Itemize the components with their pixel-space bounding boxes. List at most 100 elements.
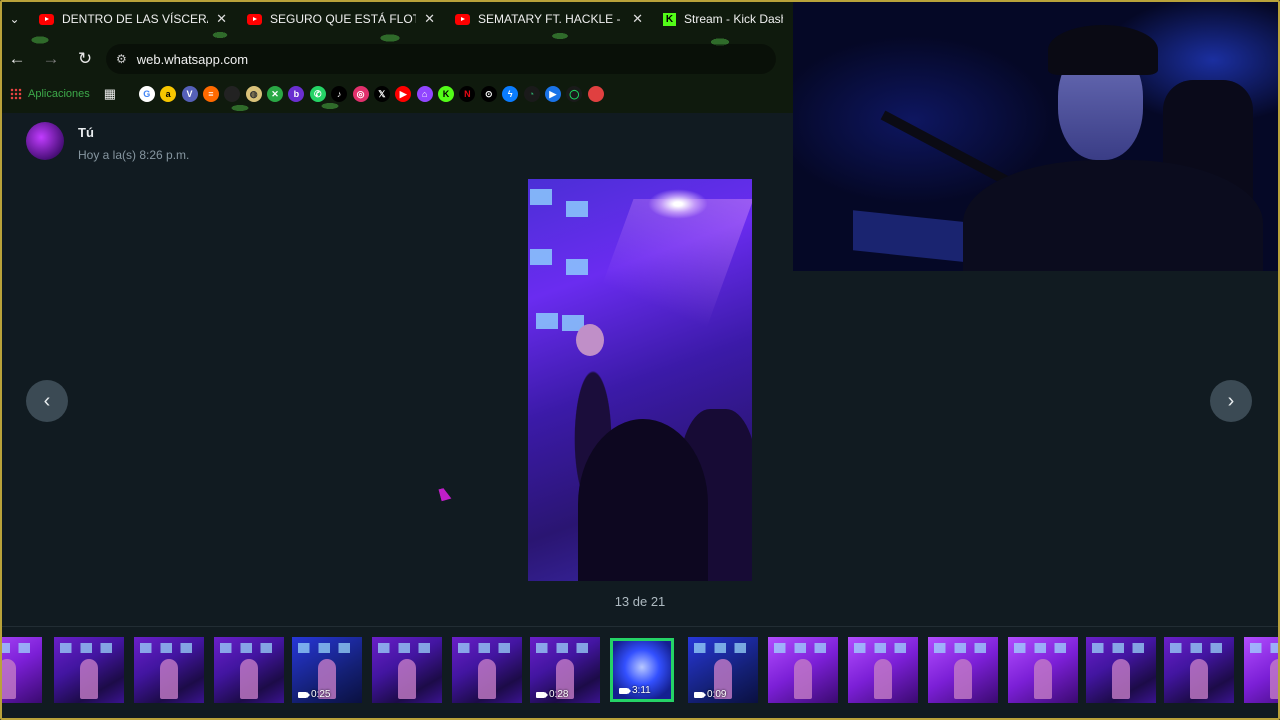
close-tab-icon[interactable]: ✕ (632, 11, 643, 27)
tiktok-icon[interactable]: ♪ (331, 86, 348, 102)
thumbnail-screens (1250, 643, 1280, 653)
video-duration: 3:11 (632, 685, 651, 696)
thumbnail-figure (478, 659, 496, 699)
thumbnail[interactable]: 0:09 (688, 637, 758, 703)
thumbnail[interactable] (1086, 637, 1156, 703)
thumbnail[interactable] (54, 637, 124, 703)
kick-icon[interactable]: K (438, 86, 454, 102)
reload-icon[interactable]: ↻ (68, 49, 102, 69)
thumbnail-screens (60, 643, 118, 653)
thumbnail[interactable] (452, 637, 522, 703)
thumbnail[interactable] (1164, 637, 1234, 703)
youtube-icon (455, 13, 470, 25)
thumbnail-screens (220, 643, 278, 653)
cast-icon[interactable]: ◔ (523, 86, 540, 102)
browser-tab[interactable]: DENTRO DE LAS VÍSCERAS ✕ (29, 4, 237, 34)
address-bar[interactable]: ⚙ web.whatsapp.com (106, 44, 776, 74)
twitch-icon[interactable]: ⌂ (416, 86, 433, 102)
video-duration-badge: 0:09 (694, 689, 726, 700)
next-media-button[interactable]: › (1210, 380, 1252, 422)
forward-icon[interactable]: → (34, 49, 68, 69)
video-duration-badge: 0:28 (536, 689, 568, 700)
ring-icon[interactable]: ◯ (566, 86, 583, 102)
b-icon[interactable]: b (288, 86, 305, 102)
chevron-right-icon: › (1227, 389, 1235, 412)
browser-tab[interactable]: SEMATARY FT. HACKLE - SP ✕ (445, 4, 653, 34)
stage-screen (530, 189, 552, 205)
site-info-icon[interactable]: ⚙ (116, 52, 127, 66)
bookmark-icons: Ga V ≡ ◍ ✕ b ✆ ♪ ◎ 𝕏 ▶ ⌂ K N ⊙ ϟ ◔ ▶ ◯ (136, 86, 606, 102)
messenger-icon[interactable]: ϟ (502, 86, 519, 102)
stage-light (648, 189, 708, 219)
record-icon[interactable]: ⊙ (480, 86, 497, 102)
webcam-overlay (793, 0, 1280, 271)
dark-circle-icon[interactable] (224, 86, 241, 102)
google-icon[interactable]: G (138, 86, 155, 102)
vimeo-icon[interactable]: V (181, 86, 198, 102)
thumbnail-figure (1112, 659, 1130, 699)
thumbnail[interactable] (214, 637, 284, 703)
media-photo[interactable] (528, 179, 752, 581)
avatar[interactable] (26, 122, 64, 160)
previous-media-button[interactable]: ‹ (26, 380, 68, 422)
navigation-bar: ← → ↻ ⚙ web.whatsapp.com (0, 42, 793, 76)
instagram-icon[interactable]: ◎ (352, 86, 369, 102)
thumbnail-figure (398, 659, 416, 699)
soundcloud-icon[interactable]: ≡ (202, 86, 219, 102)
thumbnail[interactable] (1244, 637, 1280, 703)
browser-tab[interactable]: SEGURO QUE ESTÁ FLOTAN ✕ (237, 4, 445, 34)
thumbnail[interactable]: :04 (0, 637, 42, 703)
stage-screen (566, 259, 588, 275)
youtube-icon (247, 13, 262, 25)
thumbnail[interactable] (1008, 637, 1078, 703)
thumbnail-screens (1014, 643, 1072, 653)
whatsapp-icon[interactable]: ✆ (309, 86, 326, 102)
url-text: web.whatsapp.com (136, 51, 249, 67)
streamer-cap (1048, 25, 1158, 75)
netflix-icon[interactable]: N (459, 86, 476, 102)
amazon-icon[interactable]: a (160, 86, 177, 102)
video-camera-icon (298, 691, 310, 698)
thumbnail[interactable] (928, 637, 998, 703)
thumbnail[interactable]: 0:25 (292, 637, 362, 703)
thumbnail[interactable] (134, 637, 204, 703)
play-circle-icon[interactable]: ▶ (544, 86, 561, 102)
apps-label: Aplicaciones (28, 88, 90, 100)
disc-icon[interactable]: ◍ (245, 86, 262, 102)
close-tab-icon[interactable]: ✕ (424, 11, 435, 27)
flag-icon[interactable] (587, 86, 604, 102)
performer-head (576, 324, 604, 356)
stage-screen (566, 201, 588, 217)
thumbnail-figure (80, 659, 98, 699)
thumbnail-figure (160, 659, 178, 699)
thumbnail-active[interactable]: 3:11 (610, 638, 674, 702)
x-twitter-icon[interactable]: 𝕏 (373, 86, 390, 102)
thumbnail-screens (298, 643, 356, 653)
close-tab-icon[interactable]: ✕ (216, 11, 227, 27)
xbox-icon[interactable]: ✕ (267, 86, 283, 102)
apps-shortcut[interactable]: Aplicaciones ▦ (10, 86, 116, 102)
video-camera-icon (694, 691, 706, 698)
browser-tab[interactable]: K Stream - Kick Dashbo (653, 4, 793, 34)
thumbnail-screens (854, 643, 912, 653)
tab-bar: ⌄ DENTRO DE LAS VÍSCERAS ✕ SEGURO QUE ES… (0, 4, 793, 34)
thumbnail[interactable]: 0:28 (530, 637, 600, 703)
all-bookmarks-icon[interactable]: ▦ (104, 86, 116, 102)
message-timestamp: Hoy a la(s) 8:26 p.m. (78, 148, 190, 162)
thumbnail-figure (240, 659, 258, 699)
thumbnail-screens (1092, 643, 1150, 653)
thumbnail-figure (1190, 659, 1208, 699)
back-icon[interactable]: ← (0, 49, 34, 69)
thumbnail-screens (378, 643, 436, 653)
thumbnail[interactable] (848, 637, 918, 703)
thumbnail-figure (794, 659, 812, 699)
kick-icon: K (663, 12, 676, 26)
tab-search-dropdown-icon[interactable]: ⌄ (0, 12, 29, 26)
thumbnail-figure (1034, 659, 1052, 699)
thumbnail-screens (934, 643, 992, 653)
thumbnail[interactable] (372, 637, 442, 703)
youtube-icon[interactable]: ▶ (395, 86, 412, 102)
media-filmstrip: :04 0:25 0:28 3:11 0:09 (0, 626, 1280, 717)
thumbnail[interactable] (768, 637, 838, 703)
tab-title: Stream - Kick Dashbo (684, 12, 783, 26)
